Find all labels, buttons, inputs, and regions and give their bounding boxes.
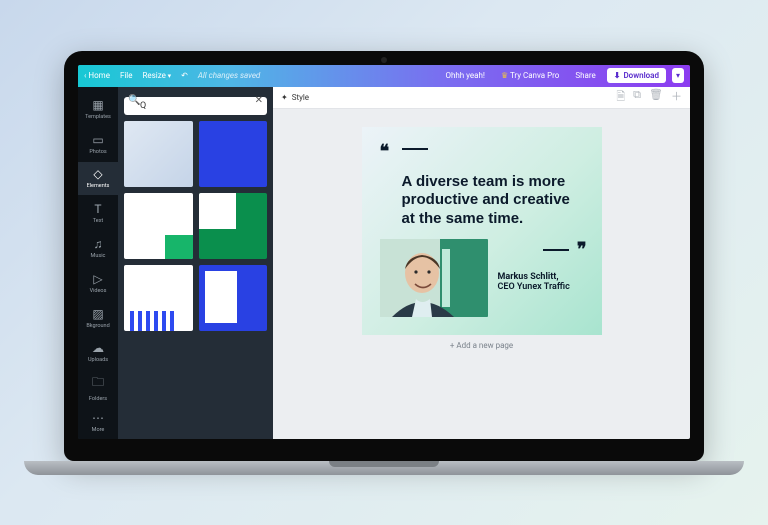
duplicate-page-icon[interactable]: ⧉ (633, 88, 641, 107)
context-bar: Style 🗎 ⧉ 🗑 ＋ (273, 87, 690, 109)
design-canvas[interactable]: ❝ A diverse team is more productive and … (362, 127, 602, 335)
rail-label: Photos (89, 149, 106, 155)
undo-button[interactable] (181, 71, 188, 80)
add-page-icon[interactable]: ＋ (671, 88, 682, 107)
rail-label: Folders (89, 396, 107, 402)
element-thumb[interactable] (199, 193, 268, 259)
element-thumb[interactable] (124, 121, 193, 187)
background-icon: ▨ (92, 307, 103, 321)
add-new-page-button[interactable]: + Add a new page (450, 341, 513, 350)
rail-item-videos[interactable]: ▷ Videos (78, 266, 118, 299)
element-thumb[interactable] (124, 193, 193, 259)
try-pro-button[interactable]: ♛ Try Canva Pro (496, 68, 564, 83)
style-button[interactable]: Style (281, 93, 309, 102)
app-screen: Home File Resize All changes saved Ohhh … (78, 65, 690, 439)
rail-label: Uploads (88, 357, 108, 363)
crown-icon: ♛ (501, 71, 508, 80)
rail-item-photos[interactable]: ▭ Photos (78, 127, 118, 160)
templates-icon: ▦ (92, 98, 103, 112)
rail-item-text[interactable]: T Text (78, 197, 118, 230)
attribution[interactable]: Markus Schlitt, CEO Yunex Traffic (498, 272, 584, 292)
element-thumb[interactable] (124, 265, 193, 331)
rail-label: More (92, 427, 105, 433)
rail-item-more[interactable]: ⋯ More (78, 406, 118, 439)
stage[interactable]: ❝ A diverse team is more productive and … (273, 109, 690, 439)
decorative-line (543, 249, 569, 251)
home-link[interactable]: Home (84, 71, 110, 80)
camera-dot (381, 57, 387, 63)
rail-label: Text (93, 218, 103, 224)
file-menu[interactable]: File (120, 71, 133, 80)
elements-icon: ◇ (93, 167, 102, 181)
laptop-base (24, 461, 744, 475)
element-thumb[interactable] (199, 265, 268, 331)
quote-text[interactable]: A diverse team is more productive and cr… (402, 173, 576, 229)
rail-label: Elements (87, 183, 110, 189)
rail-label: Music (91, 253, 106, 259)
elements-grid (124, 121, 267, 331)
rail-item-templates[interactable]: ▦ Templates (78, 93, 118, 126)
quote-open-icon: ❝ (380, 141, 387, 162)
clear-search-button[interactable]: ✕ (255, 95, 263, 106)
elements-panel: 🔍 ✕ (118, 87, 273, 439)
rail-item-folders[interactable]: 🗀 Folders (78, 371, 118, 404)
download-icon (614, 71, 621, 80)
share-button[interactable]: Share (570, 68, 600, 83)
attr-name: Markus Schlitt, (498, 272, 584, 282)
portrait-image[interactable] (380, 239, 488, 317)
save-status: All changes saved (198, 71, 260, 80)
download-button[interactable]: Download (607, 68, 666, 83)
rail-item-elements[interactable]: ◇ Elements (78, 162, 118, 195)
rail-label: Templates (85, 114, 111, 120)
more-icon: ⋯ (92, 411, 104, 425)
element-thumb[interactable] (199, 121, 268, 187)
folders-icon: 🗀 (92, 373, 104, 394)
quote-close-icon: ❞ (498, 239, 584, 260)
resize-menu[interactable]: Resize (143, 71, 172, 80)
top-bar: Home File Resize All changes saved Ohhh … (78, 65, 690, 87)
rail-label: Bkground (86, 323, 109, 329)
ohhh-yeah-label: Ohhh yeah! (440, 68, 490, 83)
text-icon: T (94, 202, 101, 216)
delete-page-icon[interactable]: 🗑 (649, 88, 663, 107)
rail-item-background[interactable]: ▨ Bkground (78, 301, 118, 334)
canvas-area: Style 🗎 ⧉ 🗑 ＋ ❝ A (273, 87, 690, 439)
photos-icon: ▭ (92, 133, 103, 147)
music-icon: ♫ (94, 237, 103, 251)
videos-icon: ▷ (93, 272, 102, 286)
search-wrapper: 🔍 ✕ (124, 93, 267, 115)
side-rail: ▦ Templates ▭ Photos ◇ Elements T Text ♫ Music ▷ Vi… (78, 87, 118, 439)
rail-label: Videos (90, 288, 107, 294)
download-options-button[interactable]: ▾ (672, 68, 684, 83)
attr-title: CEO Yunex Traffic (498, 282, 584, 292)
notes-icon[interactable]: 🗎 (616, 88, 625, 107)
decorative-line (402, 148, 428, 150)
rail-item-uploads[interactable]: ☁ Uploads (78, 336, 118, 369)
uploads-icon: ☁ (92, 341, 104, 355)
search-input[interactable] (124, 97, 267, 115)
search-icon: 🔍 (128, 95, 140, 106)
rail-item-music[interactable]: ♫ Music (78, 232, 118, 265)
